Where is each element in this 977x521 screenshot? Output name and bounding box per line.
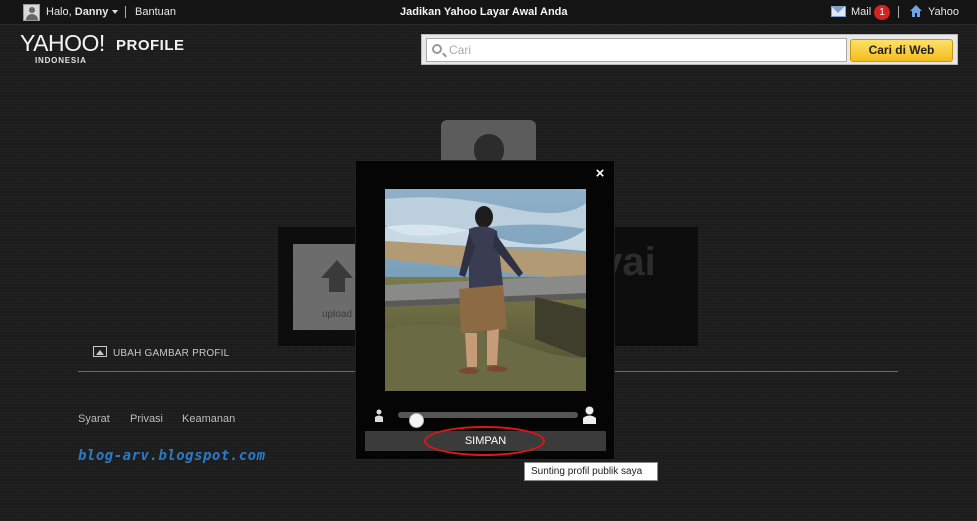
picture-icon (93, 346, 107, 357)
user-name: Danny (74, 6, 109, 18)
top-navigation-bar: Halo, Danny Bantuan Jadikan Yahoo Layar … (0, 0, 977, 25)
blog-watermark: blog-arv.blogspot.com (78, 448, 266, 464)
mail-link[interactable]: Mail (851, 6, 871, 18)
footer-link-privacy[interactable]: Privasi (130, 413, 163, 425)
magnifier-icon (432, 44, 442, 54)
search-placeholder: Cari (449, 43, 472, 57)
mail-count-badge: 1 (874, 5, 890, 20)
product-name: PROFILE (116, 37, 185, 54)
home-icon[interactable] (909, 4, 923, 18)
search-bar: Cari Cari di Web (421, 34, 958, 65)
upload-arrow-icon (321, 260, 353, 278)
profile-photo-preview[interactable] (385, 189, 586, 391)
envelope-icon[interactable] (831, 6, 846, 17)
upload-arrow-stem (329, 278, 345, 292)
change-photo-label: UBAH GAMBAR PROFIL (113, 348, 230, 359)
zoom-slider[interactable] (374, 406, 599, 428)
greeting-prefix: Halo, (46, 6, 72, 18)
footer-link-terms[interactable]: Syarat (78, 413, 110, 425)
user-avatar-icon[interactable] (23, 4, 40, 21)
logo-country: INDONESIA (35, 56, 87, 65)
chevron-down-icon (112, 10, 119, 15)
change-profile-picture-link[interactable]: UBAH GAMBAR PROFIL (93, 346, 229, 359)
search-input[interactable]: Cari (426, 38, 847, 62)
separator (125, 6, 126, 18)
person-small-icon[interactable] (374, 409, 384, 422)
close-icon[interactable]: × (592, 166, 608, 182)
search-web-button[interactable]: Cari di Web (850, 39, 953, 62)
tooltip: Sunting profil publik saya (524, 462, 658, 481)
annotation-circle (424, 426, 545, 456)
yahoo-home-link[interactable]: Yahoo (928, 6, 959, 18)
zoom-slider-thumb[interactable] (409, 413, 424, 428)
make-homepage-link[interactable]: Jadikan Yahoo Layar Awal Anda (400, 6, 568, 18)
help-link[interactable]: Bantuan (135, 6, 176, 18)
edit-photo-dialog: × SIMPAN (355, 160, 615, 460)
user-menu[interactable]: Halo, Danny (46, 6, 119, 18)
yahoo-logo[interactable]: YAHOO! (20, 30, 105, 57)
separator (898, 6, 899, 18)
footer-link-security[interactable]: Keamanan (182, 413, 235, 425)
upload-label: upload (322, 309, 353, 320)
zoom-slider-track[interactable] (398, 412, 578, 428)
person-large-icon[interactable] (582, 406, 597, 424)
